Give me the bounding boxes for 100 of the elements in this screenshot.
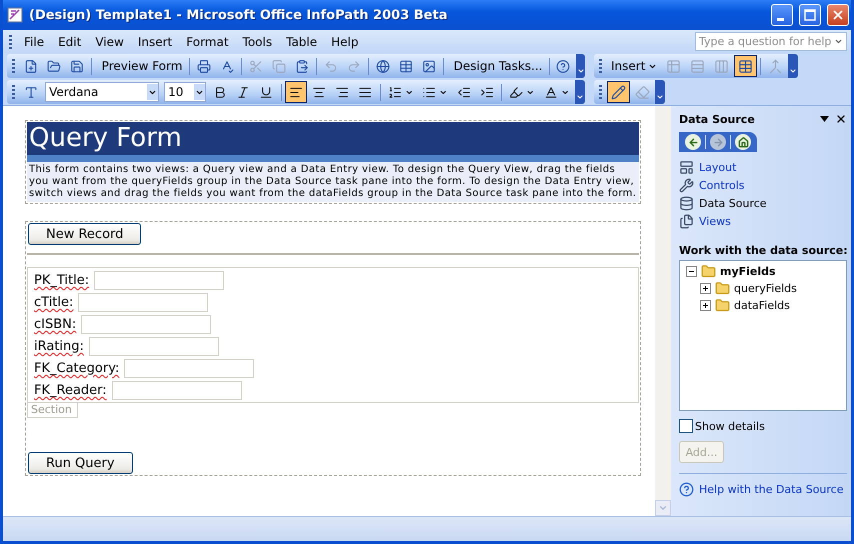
cut-icon bbox=[249, 58, 264, 74]
table-button[interactable] bbox=[734, 55, 758, 77]
field-label: cISBN: bbox=[34, 317, 76, 332]
home-icon bbox=[738, 136, 748, 148]
maximize-icon bbox=[804, 9, 816, 21]
pencil-button[interactable] bbox=[607, 81, 630, 103]
toolbar-button[interactable]: Preview Form bbox=[94, 55, 186, 77]
eraser-icon bbox=[635, 84, 650, 100]
views-icon bbox=[679, 214, 694, 228]
save-icon bbox=[70, 58, 84, 74]
tree-item[interactable]: queryFields bbox=[734, 282, 797, 294]
pane-menu-icon[interactable] bbox=[820, 116, 829, 122]
expand-icon[interactable] bbox=[700, 300, 711, 310]
close-button[interactable] bbox=[827, 4, 849, 26]
text-style-icon bbox=[24, 84, 38, 100]
window-title: (Design) Template1 - Microsoft Office InfoPath 2003 Beta bbox=[29, 8, 448, 22]
task-pane-link[interactable]: Layout bbox=[679, 158, 847, 176]
task-pane-link[interactable]: Controls bbox=[679, 176, 847, 194]
numbered-list-icon bbox=[388, 84, 402, 100]
table-icon bbox=[398, 58, 413, 74]
toolbar-options-icon bbox=[656, 93, 664, 101]
field-label: FK_Category: bbox=[34, 361, 120, 376]
table-icon bbox=[738, 58, 754, 74]
menu-item[interactable]: Table bbox=[280, 32, 324, 50]
field-label: PK_Title: bbox=[34, 273, 90, 288]
text-field[interactable] bbox=[94, 271, 224, 290]
text-field[interactable] bbox=[88, 337, 219, 356]
merge-icon bbox=[768, 58, 784, 74]
help-icon bbox=[556, 58, 570, 74]
printer-icon bbox=[197, 58, 212, 74]
section-label: Section bbox=[27, 403, 78, 418]
columns-icon bbox=[714, 58, 730, 74]
task-pane-title: Data Source bbox=[679, 112, 756, 126]
menu-item[interactable]: Insert bbox=[132, 32, 178, 50]
text-field[interactable] bbox=[81, 315, 212, 334]
help-link[interactable]: Help with the Data Source bbox=[679, 480, 847, 498]
text-field[interactable] bbox=[124, 359, 254, 378]
tree-item[interactable]: dataFields bbox=[734, 298, 790, 312]
maximize-button[interactable] bbox=[799, 4, 821, 26]
back-button[interactable] bbox=[685, 134, 701, 150]
folder-icon bbox=[46, 58, 61, 74]
folder-icon bbox=[715, 280, 730, 296]
minimize-icon bbox=[777, 18, 784, 20]
expand-icon[interactable] bbox=[700, 282, 711, 294]
minimize-button[interactable] bbox=[771, 4, 793, 26]
menu-item[interactable]: Tools bbox=[236, 32, 278, 50]
font-name-dropdown[interactable]: Verdana bbox=[45, 82, 160, 102]
menu-item[interactable]: Format bbox=[180, 32, 235, 50]
menu-item[interactable]: File bbox=[18, 32, 50, 50]
data-source-icon bbox=[679, 196, 694, 210]
help-search-field[interactable]: Type a question for help bbox=[695, 32, 847, 51]
show-details-checkbox[interactable]: Show details bbox=[679, 419, 847, 433]
close-icon[interactable] bbox=[835, 113, 847, 125]
section-heading: Work with the data source: bbox=[679, 244, 847, 257]
menu-item[interactable]: View bbox=[89, 32, 130, 50]
copy-icon bbox=[272, 58, 286, 74]
collapse-icon[interactable] bbox=[686, 266, 697, 276]
spell-check-icon bbox=[220, 58, 234, 74]
underline-icon bbox=[259, 84, 274, 100]
run-query-button[interactable]: Run Query bbox=[28, 452, 133, 474]
scroll-down-icon bbox=[658, 503, 668, 513]
image-icon bbox=[422, 58, 436, 74]
new-form-icon bbox=[24, 58, 38, 74]
tools-icon bbox=[679, 178, 694, 192]
toolbar-options-icon bbox=[789, 67, 798, 75]
text-field[interactable] bbox=[78, 293, 208, 312]
table-icon bbox=[666, 58, 682, 74]
form-title: Query Form bbox=[27, 122, 639, 162]
text-field[interactable] bbox=[112, 381, 242, 400]
home-button[interactable] bbox=[735, 134, 751, 150]
scroll-bar[interactable] bbox=[655, 106, 671, 516]
task-pane-link[interactable]: Views bbox=[679, 212, 847, 230]
back-icon bbox=[688, 136, 698, 148]
task-pane-link[interactable]: Data Source bbox=[679, 194, 847, 212]
globe-icon bbox=[376, 58, 390, 74]
paste-icon bbox=[295, 58, 310, 74]
tree-item[interactable]: myFields bbox=[720, 264, 776, 278]
redo-icon bbox=[346, 58, 361, 74]
folder-icon bbox=[715, 298, 730, 312]
menu-item[interactable]: Help bbox=[325, 32, 364, 50]
menu-item[interactable]: Edit bbox=[52, 32, 88, 50]
layout-icon bbox=[679, 160, 694, 174]
pencil-icon bbox=[611, 84, 626, 100]
folder-icon bbox=[701, 264, 716, 278]
toolbar-options-icon bbox=[576, 93, 584, 101]
align-left-button[interactable] bbox=[284, 81, 307, 103]
help-icon bbox=[679, 482, 694, 496]
app-icon bbox=[7, 7, 23, 23]
new-record-button[interactable]: New Record bbox=[28, 223, 142, 245]
toolbar-options-icon bbox=[576, 67, 585, 75]
undo-icon bbox=[324, 58, 338, 74]
font-size-dropdown[interactable]: 10 bbox=[164, 82, 206, 102]
rows-icon bbox=[690, 58, 706, 74]
field-label: iRating: bbox=[34, 339, 84, 354]
close-icon bbox=[831, 8, 845, 22]
field-label: cTitle: bbox=[34, 295, 74, 310]
highlighter-icon bbox=[509, 84, 524, 100]
font-color-icon bbox=[544, 84, 558, 100]
toolbar-button[interactable]: Design Tasks... bbox=[446, 55, 546, 77]
form-description: This form contains two views: a Query view and a Data Entry view. To design the Query View, drag the fields you want from the queryFields group in the Data Source task pane into the form. To design the Data Entry view, switch views and drag the fields you want from the dataFields group in the Data Source task pane into the form. bbox=[27, 162, 639, 202]
